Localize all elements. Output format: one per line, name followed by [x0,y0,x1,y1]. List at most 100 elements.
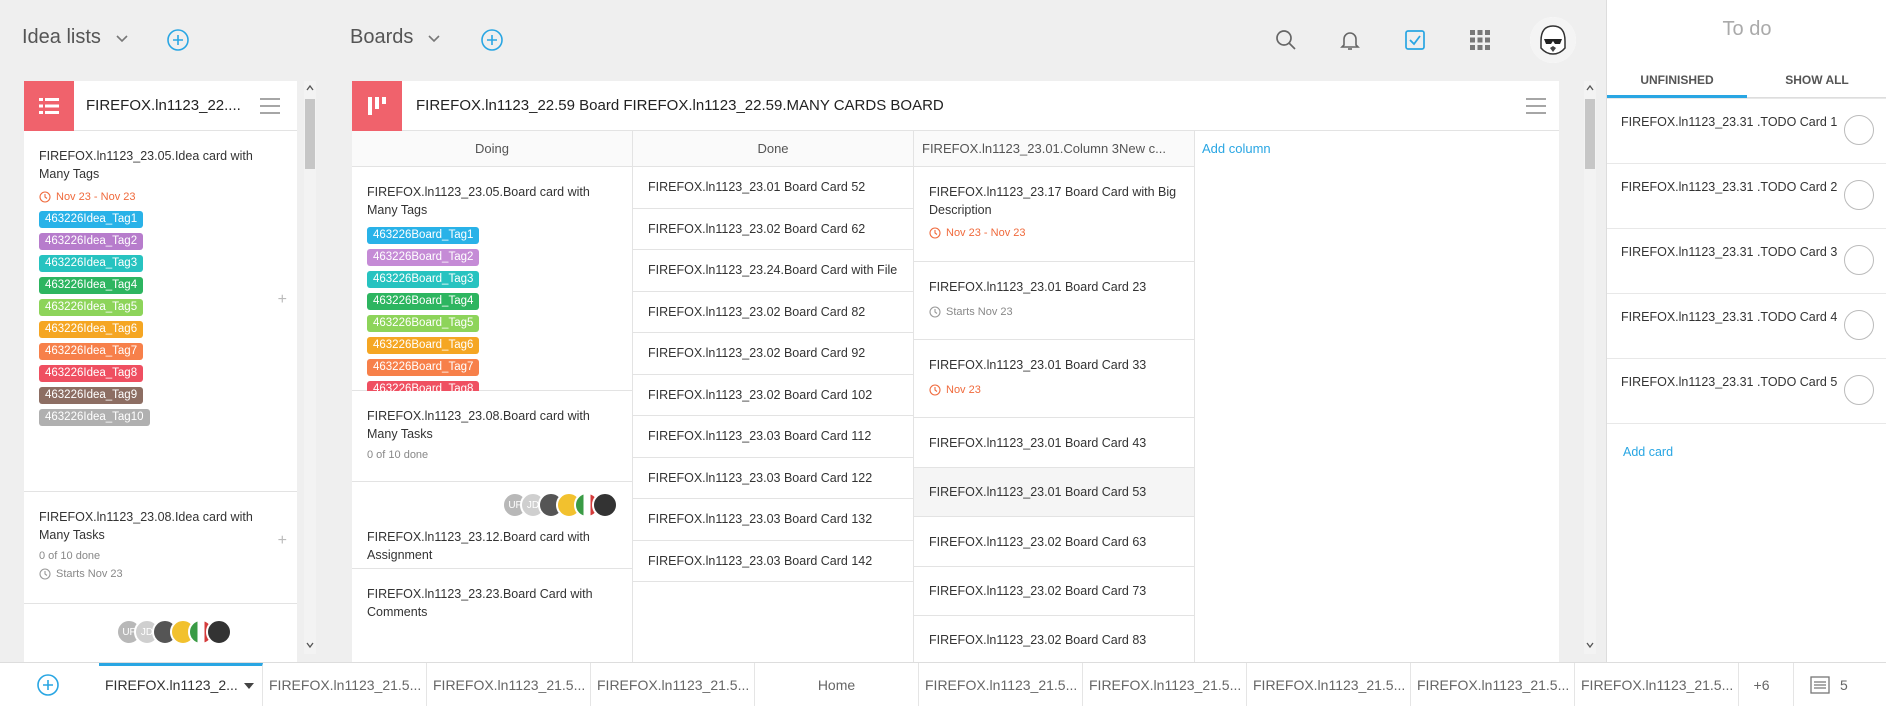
add-idea-list-button[interactable] [166,28,190,52]
column-header-doing[interactable]: Doing [352,131,633,167]
add-icon[interactable]: + [278,291,287,309]
board-card[interactable]: FIREFOX.ln1123_23.01 Board Card 52 [633,167,913,209]
todo-checkbox[interactable] [1844,115,1874,145]
board-card[interactable]: FIREFOX.ln1123_23.01 Board Card 43 [914,418,1194,468]
tab[interactable]: FIREFOX.ln1123_21.5... [591,663,755,706]
tab[interactable]: FIREFOX.ln1123_21.5... [1575,663,1739,706]
add-icon[interactable]: + [278,532,287,550]
idea-scrollbar[interactable] [304,81,316,654]
add-column-link[interactable]: Add column [1202,131,1271,167]
board-card[interactable]: UF JD FIREFOX.ln1123_23.12.Board card wi… [352,482,632,569]
idea-lists-dropdown[interactable]: Idea lists [22,26,129,49]
board-columns: Doing Done FIREFOX.ln1123_23.01.Column 3… [352,131,1559,662]
todo-checkbox[interactable] [1844,180,1874,210]
board-icon [352,81,402,131]
scroll-thumb[interactable] [305,99,315,169]
tag-label: 463226Idea_Tag8 [39,365,144,382]
todo-item[interactable]: FIREFOX.ln1123_23.31 .TODO Card 3 [1607,229,1886,294]
tag-label: 463226Idea_Tag7 [39,343,144,360]
idea-card[interactable]: FIREFOX.ln1123_23.05.Idea card with Many… [24,131,297,492]
board-card[interactable]: FIREFOX.ln1123_23.01 Board Card 23 Start… [914,262,1194,340]
board-card[interactable]: FIREFOX.ln1123_23.23.Board Card with Com… [352,569,632,662]
column-header-3[interactable]: FIREFOX.ln1123_23.01.Column 3New c... [914,131,1195,167]
board-card[interactable]: FIREFOX.ln1123_23.24.Board Card with Fil… [633,250,913,292]
board-card-title: FIREFOX.ln1123_23.05.Board card with Man… [367,185,590,217]
add-card-link[interactable]: Add card [1623,445,1673,459]
todo-checkbox[interactable] [1844,375,1874,405]
add-board-button[interactable] [480,28,504,52]
todo-item[interactable]: FIREFOX.ln1123_23.31 .TODO Card 1 [1607,99,1886,164]
tab-count-button[interactable]: 5 [1810,663,1848,706]
search-icon[interactable] [1272,26,1300,54]
menu-icon[interactable] [1525,97,1547,115]
date-text: Nov 23 - Nov 23 [946,227,1026,239]
board-card-title: FIREFOX.ln1123_23.24.Board Card with Fil… [648,263,898,278]
tab-active[interactable]: FIREFOX.ln1123_2... [99,663,263,706]
tab-show-all[interactable]: SHOW ALL [1747,70,1886,98]
tag-label: 463226Board_Tag4 [367,293,480,310]
board-card[interactable]: FIREFOX.ln1123_23.03 Board Card 132 [633,499,913,541]
tag-label: 463226Board_Tag6 [367,337,480,354]
todo-checkbox[interactable] [1844,310,1874,340]
todo-check-icon[interactable] [1401,26,1429,54]
board-card[interactable]: FIREFOX.ln1123_23.02 Board Card 92 [633,333,913,375]
user-avatar[interactable] [1530,17,1576,63]
todo-item[interactable]: FIREFOX.ln1123_23.31 .TODO Card 5 [1607,359,1886,424]
todo-item-label: FIREFOX.ln1123_23.31 .TODO Card 5 [1621,375,1838,389]
board-card[interactable]: FIREFOX.ln1123_23.02 Board Card 82 [633,291,913,333]
tag-label: 463226Idea_Tag3 [39,255,144,272]
tab[interactable]: FIREFOX.ln1123_21.5... [1247,663,1411,706]
board-card[interactable]: FIREFOX.ln1123_23.02 Board Card 62 [633,208,913,250]
tab[interactable]: FIREFOX.ln1123_21.5... [263,663,427,706]
column-header-done[interactable]: Done [633,131,914,167]
chevron-up-icon[interactable] [306,84,314,92]
todo-item[interactable]: FIREFOX.ln1123_23.31 .TODO Card 2 [1607,164,1886,229]
tab[interactable]: FIREFOX.ln1123_21.5... [1411,663,1575,706]
tag-label: 463226Board_Tag7 [367,359,480,376]
clock-icon [929,306,941,318]
tab[interactable]: FIREFOX.ln1123_21.5... [427,663,591,706]
board-card[interactable]: FIREFOX.ln1123_23.01 Board Card 53 [914,468,1194,517]
board-card-title: FIREFOX.ln1123_23.02 Board Card 63 [929,534,1147,549]
bell-icon[interactable] [1336,26,1364,54]
boards-dropdown[interactable]: Boards [350,26,441,49]
chevron-down-icon[interactable] [306,641,314,649]
apps-grid-icon[interactable] [1466,26,1494,54]
idea-card[interactable]: FIREFOX.ln1123_23.08.Idea card with Many… [24,492,297,604]
caret-down-icon[interactable] [244,682,254,690]
todo-checkbox[interactable] [1844,245,1874,275]
board-card[interactable]: FIREFOX.ln1123_23.02 Board Card 73 [914,567,1194,616]
scroll-thumb[interactable] [1585,99,1595,169]
board-card[interactable]: FIREFOX.ln1123_23.03 Board Card 122 [633,457,913,499]
tag-label: 463226Idea_Tag6 [39,321,144,338]
more-tabs[interactable]: +6 [1730,663,1794,706]
tab[interactable]: FIREFOX.ln1123_21.5... [919,663,1083,706]
todo-item[interactable]: FIREFOX.ln1123_23.31 .TODO Card 4 [1607,294,1886,359]
board-card[interactable]: FIREFOX.ln1123_23.05.Board card with Man… [352,167,632,442]
tab[interactable]: FIREFOX.ln1123_21.5... [1083,663,1247,706]
board-card[interactable]: FIREFOX.ln1123_23.03 Board Card 112 [633,416,913,458]
tab[interactable]: Home [755,663,919,706]
task-count: 0 of 10 done [367,449,429,461]
board-card[interactable]: FIREFOX.ln1123_23.17 Board Card with Big… [914,167,1194,262]
board-card[interactable]: FIREFOX.ln1123_23.03 Board Card 142 [633,540,913,582]
board-card[interactable]: FIREFOX.ln1123_23.02 Board Card 102 [633,374,913,416]
board-card[interactable]: FIREFOX.ln1123_23.01 Board Card 33 Nov 2… [914,340,1194,418]
add-tab-button[interactable] [36,673,60,697]
chevron-up-icon[interactable] [1586,84,1594,92]
menu-icon[interactable] [259,97,281,115]
column-doing: FIREFOX.ln1123_23.05.Board card with Man… [352,167,633,662]
board-card-title: FIREFOX.ln1123_23.01 Board Card 23 [929,280,1147,294]
bottom-tab-bar: FIREFOX.ln1123_2... FIREFOX.ln1123_21.5.… [0,662,1886,706]
board-card[interactable]: FIREFOX.ln1123_23.02 Board Card 83 [914,616,1194,662]
tab-unfinished[interactable]: UNFINISHED [1607,70,1747,98]
board-card[interactable]: FIREFOX.ln1123_23.02 Board Card 63 [914,517,1194,567]
chevron-down-icon[interactable] [1586,641,1594,649]
idea-card-title: FIREFOX.ln1123_23.08.Idea card with Many… [39,510,253,542]
todo-item-label: FIREFOX.ln1123_23.31 .TODO Card 3 [1621,245,1838,259]
date-text: Nov 23 - Nov 23 [56,191,136,203]
chevron-down-icon [428,34,440,42]
board-scrollbar[interactable] [1584,81,1596,654]
tag-label: 463226Idea_Tag9 [39,387,144,404]
board-card[interactable]: FIREFOX.ln1123_23.08.Board card with Man… [352,391,632,482]
